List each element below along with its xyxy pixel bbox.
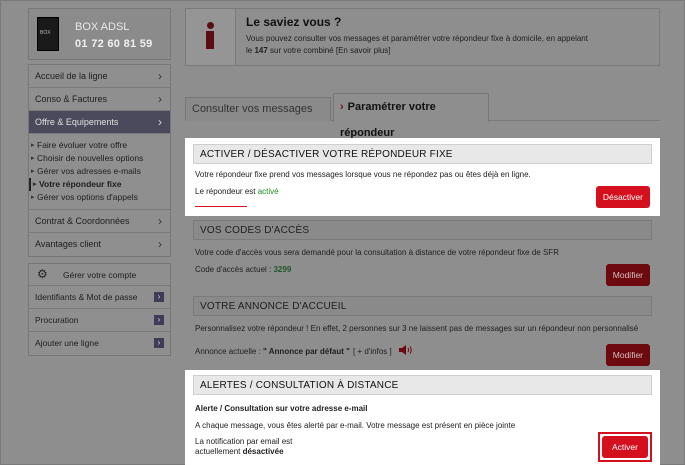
menu-item-conso[interactable]: Conso & Factures › <box>29 88 170 111</box>
menu-item-label: Offre & Equipements <box>35 117 119 127</box>
menu-item-label: Accueil de la ligne <box>35 71 108 81</box>
submenu-item-options[interactable]: Choisir de nouvelles options <box>29 152 170 165</box>
code-label: Code d'accès actuel : <box>195 265 274 274</box>
tab-bar: Consulter vos messages › Paramétrer votre… <box>185 93 660 139</box>
sidebar-menu: Accueil de la ligne › Conso & Factures › O… <box>28 64 171 257</box>
sidebar: BOX BOX ADSL 01 72 60 81 59 Accueil de l… <box>28 8 171 356</box>
gear-icon: ⚙ <box>37 267 48 281</box>
activate-button[interactable]: Activer <box>602 436 648 458</box>
menu-item-label: Contrat & Coordonnées <box>35 216 130 226</box>
device-label: BOX <box>40 30 51 36</box>
menu-item-accueil[interactable]: Accueil de la ligne › <box>29 65 170 88</box>
info-icon <box>203 22 217 50</box>
submenu-item-evoluer[interactable]: Faire évoluer votre offre <box>29 139 170 152</box>
menu-item-offre[interactable]: Offre & Equipements › <box>29 111 170 134</box>
activate-button-highlight: Activer <box>598 432 652 462</box>
section-header: ACTIVER / DÉSACTIVER VOTRE RÉPONDEUR FIX… <box>193 144 652 164</box>
account-item-label: Identifiants & Mot de passe <box>35 292 138 302</box>
tab-settings[interactable]: › Paramétrer votre répondeur <box>333 93 489 139</box>
menu-item-label: Avantages client <box>35 239 101 249</box>
submenu-offre: Faire évoluer votre offre Choisir de nou… <box>29 134 170 210</box>
account-box-title: BOX ADSL <box>75 21 130 33</box>
menu-item-label: Conso & Factures <box>35 94 108 104</box>
submenu-item-emails[interactable]: Gérer vos adresses e-mails <box>29 165 170 178</box>
account-item-label: Ajouter une ligne <box>35 338 99 348</box>
section-desc: Personnalisez votre répondeur ! En effet… <box>195 324 639 333</box>
chevron-right-icon: › <box>158 92 162 106</box>
account-header: ⚙ Gérer votre compte <box>29 264 170 286</box>
greeting-label: Annonce actuelle : <box>195 347 264 356</box>
menu-item-avantages[interactable]: Avantages client › <box>29 233 170 256</box>
access-code: 3299 <box>273 265 292 274</box>
notif-label: actuellement <box>195 447 243 456</box>
status-value: activé <box>257 187 279 196</box>
more-info-link[interactable]: [ + d'infos ] <box>353 347 392 357</box>
info-text: Vous pouvez consulter vos messages et pa… <box>246 33 651 57</box>
account-box: BOX BOX ADSL 01 72 60 81 59 <box>28 8 171 60</box>
account-item-procuration[interactable]: Procuration › <box>29 309 170 332</box>
chevron-right-icon: › <box>158 237 162 251</box>
notif-line-2: actuellement désactivée <box>195 447 284 457</box>
chevron-right-icon: › <box>158 69 162 83</box>
modify-code-button[interactable]: Modifier <box>605 264 650 286</box>
box-adsl-device-icon: BOX <box>37 17 59 51</box>
service-number: 147 <box>254 46 268 55</box>
section-header: VOS CODES D'ACCÈS <box>193 220 652 240</box>
modify-greeting-button[interactable]: Modifier <box>605 344 650 366</box>
account-header-label: Gérer votre compte <box>63 270 137 280</box>
menu-item-contrat[interactable]: Contrat & Coordonnées › <box>29 210 170 233</box>
status-line: Le répondeur est activé <box>195 187 279 197</box>
section-header: ALERTES / CONSULTATION À DISTANCE <box>193 375 652 395</box>
info-line1: Vous pouvez consulter vos messages et pa… <box>246 34 588 43</box>
chevron-right-icon: › <box>158 115 162 129</box>
account-panel: ⚙ Gérer votre compte Identifiants & Mot … <box>28 263 171 356</box>
info-icon-box <box>186 9 236 65</box>
account-item-identifiants[interactable]: Identifiants & Mot de passe › <box>29 286 170 309</box>
section-codes: VOS CODES D'ACCÈS Votre code d'accès vou… <box>185 216 660 290</box>
account-item-label: Procuration <box>35 315 79 325</box>
phone-number: 01 72 60 81 59 <box>75 38 153 50</box>
section-greeting: VOTRE ANNONCE D'ACCUEIL Personnalisez vo… <box>185 292 660 370</box>
section-desc: Votre code d'accès vous sera demandé pou… <box>195 248 559 257</box>
section-alerts: ALERTES / CONSULTATION À DISTANCE Alerte… <box>185 370 660 465</box>
info-line2-suffix[interactable]: sur votre combiné [En savoir plus] <box>268 46 391 55</box>
greeting-value: " Annonce par défaut " <box>263 347 350 356</box>
notif-line-1: La notification par email est <box>195 437 293 446</box>
arrow-right-icon: › <box>154 315 164 325</box>
status-underline <box>195 206 247 207</box>
chevron-right-icon: › <box>158 214 162 228</box>
arrow-right-icon: › <box>154 338 164 348</box>
section-activate: ACTIVER / DÉSACTIVER VOTRE RÉPONDEUR FIX… <box>185 138 660 216</box>
info-box: Le saviez vous ? Vous pouvez consulter v… <box>185 8 660 66</box>
arrow-right-icon: › <box>154 292 164 302</box>
tab-consult-messages[interactable]: Consulter vos messages <box>185 97 331 121</box>
info-title: Le saviez vous ? <box>246 15 342 29</box>
section-header: VOTRE ANNONCE D'ACCUEIL <box>193 296 652 316</box>
account-item-ajouter[interactable]: Ajouter une ligne › <box>29 332 170 355</box>
code-line: Code d'accès actuel : 3299 <box>195 265 291 275</box>
submenu-item-repondeur[interactable]: Votre répondeur fixe <box>29 178 170 191</box>
chevron-right-icon: › <box>340 101 344 113</box>
section-desc: Votre répondeur fixe prend vos messages … <box>195 170 531 179</box>
status-label: Le répondeur est <box>195 187 258 196</box>
section-desc: A chaque message, vous êtes alerté par e… <box>195 421 516 430</box>
speaker-icon[interactable] <box>399 345 413 355</box>
notif-status: désactivée <box>242 447 284 456</box>
greeting-line: Annonce actuelle : " Annonce par défaut … <box>195 347 350 357</box>
deactivate-button[interactable]: Désactiver <box>595 186 650 208</box>
submenu-item-appels[interactable]: Gérer vos options d'appels <box>29 191 170 204</box>
section-subtitle: Alerte / Consultation sur votre adresse … <box>195 404 368 413</box>
